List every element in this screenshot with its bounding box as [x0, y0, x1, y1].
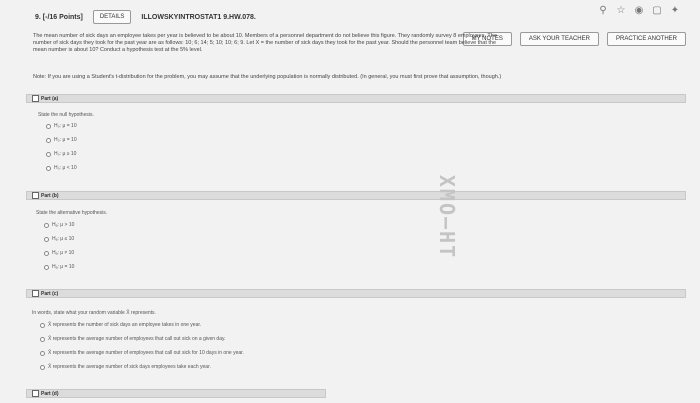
star-icon[interactable]: ☆ — [616, 6, 626, 16]
question-toolbar: 9. [-/16 Points] DETAILS ILLOWSKYINTROST… — [35, 10, 256, 24]
part-a-header[interactable]: Part (a) — [26, 94, 686, 103]
option-label: X̄ represents the average number of empl… — [48, 336, 226, 342]
assignment-id: ILLOWSKYINTROSTAT1 9.HW.078. — [141, 13, 256, 21]
collapse-icon[interactable] — [32, 95, 39, 103]
collapse-icon[interactable] — [32, 390, 39, 398]
radio-button[interactable] — [46, 123, 51, 129]
radio-button[interactable] — [44, 264, 49, 270]
part-a-option[interactable]: H₀: μ = 10 — [46, 137, 77, 143]
radio-button[interactable] — [46, 137, 51, 143]
question-text: The mean number of sick days an employee… — [33, 33, 497, 53]
question-note: Note: If you are using a Student's t-dis… — [33, 74, 502, 80]
extension-icon[interactable]: ◉ — [634, 6, 644, 16]
option-label: X̄ represents the number of sick days an… — [48, 322, 202, 328]
option-label: Hₐ: μ = 10 — [52, 264, 75, 270]
option-label: H₀: μ = 10 — [54, 123, 77, 129]
option-label: X̄ represents the average number of sick… — [48, 364, 211, 370]
part-c-option[interactable]: X̄ represents the average number of empl… — [40, 336, 226, 342]
question-number: 9. [-/16 Points] — [35, 13, 83, 21]
part-c-prompt: In words, state what your random variabl… — [32, 310, 156, 316]
radio-button[interactable] — [44, 222, 49, 228]
part-b-option[interactable]: Hₐ: μ ≤ 10 — [44, 236, 74, 242]
part-c-label: Part (c) — [41, 291, 59, 297]
search-icon[interactable]: ⚲ — [598, 6, 608, 16]
part-d-label: Part (d) — [41, 391, 59, 397]
part-b-option[interactable]: Hₐ: μ = 10 — [44, 264, 74, 270]
radio-button[interactable] — [44, 236, 49, 242]
radio-button[interactable] — [46, 165, 51, 171]
option-label: H₀: μ = 10 — [54, 137, 77, 143]
practice-another-button[interactable]: PRACTICE ANOTHER — [606, 32, 686, 46]
part-a-label: Part (a) — [41, 96, 59, 102]
part-a-option[interactable]: H₀: μ < 10 — [46, 165, 77, 171]
part-c-option[interactable]: X̄ represents the average number of empl… — [40, 350, 244, 356]
radio-button[interactable] — [46, 151, 51, 157]
option-label: H₀: μ ≥ 10 — [54, 151, 77, 157]
collapse-icon[interactable] — [32, 290, 39, 298]
part-a-option[interactable]: H₀: μ ≥ 10 — [46, 151, 76, 157]
part-b-label: Part (b) — [41, 193, 59, 199]
part-a-prompt: State the null hypothesis. — [38, 112, 94, 118]
box-icon[interactable]: ▢ — [652, 6, 662, 16]
part-c-option[interactable]: X̄ represents the average number of sick… — [40, 364, 211, 370]
details-button[interactable]: DETAILS — [92, 10, 132, 24]
option-label: X̄ represents the average number of empl… — [48, 350, 244, 356]
option-label: H₀: μ < 10 — [54, 165, 77, 171]
part-b-option[interactable]: Hₐ: μ > 10 — [44, 222, 74, 228]
part-d-header[interactable]: Part (d) — [26, 389, 326, 398]
part-c-option[interactable]: X̄ represents the number of sick days an… — [40, 322, 201, 328]
option-label: Hₐ: μ ≤ 10 — [52, 236, 75, 242]
part-b-header[interactable]: Part (b) — [26, 191, 686, 200]
watermark: XMO—HT — [435, 174, 460, 260]
radio-button[interactable] — [40, 322, 45, 328]
part-b-option[interactable]: Hₐ: μ ≠ 10 — [44, 250, 74, 256]
collapse-icon[interactable] — [32, 192, 39, 200]
part-c-header[interactable]: Part (c) — [26, 289, 686, 298]
radio-button[interactable] — [44, 250, 49, 256]
part-a-option[interactable]: H₀: μ = 10 — [46, 123, 77, 129]
radio-button[interactable] — [40, 364, 45, 370]
radio-button[interactable] — [40, 336, 45, 342]
puzzle-icon[interactable]: ✦ — [670, 6, 680, 16]
radio-button[interactable] — [40, 350, 45, 356]
part-b-prompt: State the alternative hypothesis. — [36, 210, 108, 216]
browser-toolbar-icons: ⚲ ☆ ◉ ▢ ✦ — [598, 6, 680, 16]
option-label: Hₐ: μ ≠ 10 — [52, 250, 75, 256]
option-label: Hₐ: μ > 10 — [52, 222, 75, 228]
ask-teacher-button[interactable]: ASK YOUR TEACHER — [519, 32, 599, 46]
